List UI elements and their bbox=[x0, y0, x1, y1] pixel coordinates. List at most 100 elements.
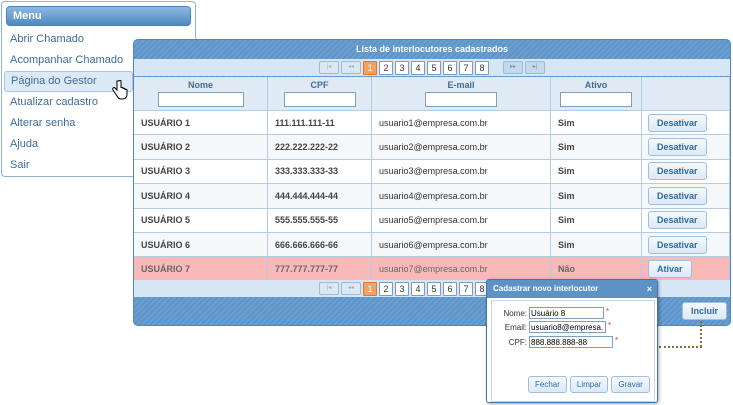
page-button-4[interactable]: 4 bbox=[411, 281, 425, 296]
cell-nome: USUÁRIO 6 bbox=[134, 231, 268, 257]
dialog-actions: Fechar Limpar Gravar bbox=[528, 376, 650, 393]
page-button-2[interactable]: 2 bbox=[379, 60, 393, 75]
cell-cpf: 333.333.333-33 bbox=[267, 158, 372, 184]
cell-ativo: Sim bbox=[550, 183, 642, 209]
cell-cpf: 666.666.666-66 bbox=[267, 231, 372, 257]
page-button-4[interactable]: 4 bbox=[411, 60, 425, 75]
column-ativo: Ativo bbox=[550, 77, 642, 111]
page-button-7[interactable]: 7 bbox=[459, 60, 473, 75]
hand-pointer-icon bbox=[112, 80, 128, 100]
cell-nome: USUÁRIO 1 bbox=[134, 109, 268, 135]
dialog-header: Cadastrar novo interlocutor × bbox=[487, 280, 657, 298]
page-button-2[interactable]: 2 bbox=[379, 281, 393, 296]
first-page-button[interactable]: |◂ bbox=[319, 282, 339, 295]
deactivate-button[interactable]: Desativar bbox=[648, 113, 707, 132]
email-label: Email: bbox=[504, 322, 527, 332]
cpf-label: CPF: bbox=[508, 337, 527, 347]
page-button-1[interactable]: 1 bbox=[363, 60, 377, 75]
cell-nome: USUÁRIO 2 bbox=[134, 134, 268, 160]
cell-email: usuario2@empresa.com.br bbox=[371, 134, 551, 160]
cell-ativo: Sim bbox=[550, 158, 642, 184]
connector-line bbox=[700, 321, 702, 347]
nome-row: Nome: * bbox=[492, 307, 609, 319]
dialog-form: Nome: * Email: * CPF: * Fechar Limpar Gr… bbox=[491, 300, 655, 402]
cpf-field[interactable] bbox=[529, 336, 613, 348]
filter-ativo-input[interactable] bbox=[560, 92, 632, 107]
table-row: USUÁRIO 4 444.444.444-44 usuario4@empres… bbox=[134, 183, 730, 209]
panel-title: Lista de interlocutores cadastrados bbox=[355, 44, 509, 54]
cell-email: usuario1@empresa.com.br bbox=[371, 109, 551, 135]
page-button-7[interactable]: 7 bbox=[459, 281, 473, 296]
prev-page-button[interactable]: ◂◂ bbox=[341, 282, 361, 295]
cell-ativo: Sim bbox=[550, 134, 642, 160]
connector-line bbox=[659, 346, 702, 348]
cell-cpf: 444.444.444-44 bbox=[267, 183, 372, 209]
page-button-5[interactable]: 5 bbox=[427, 60, 441, 75]
cell-email: usuario3@empresa.com.br bbox=[371, 158, 551, 184]
save-button[interactable]: Gravar bbox=[611, 376, 650, 393]
filter-email-input[interactable] bbox=[425, 92, 497, 107]
column-cpf: CPF bbox=[267, 77, 372, 111]
page-button-8[interactable]: 8 bbox=[475, 60, 489, 75]
required-mark: * bbox=[615, 336, 619, 345]
deactivate-button[interactable]: Desativar bbox=[648, 186, 707, 205]
deactivate-button[interactable]: Desativar bbox=[648, 162, 707, 181]
cell-email: usuario5@empresa.com.br bbox=[371, 207, 551, 233]
table-row: USUÁRIO 1 111.111.111-11 usuario1@empres… bbox=[134, 109, 730, 135]
filter-nome-input[interactable] bbox=[157, 92, 244, 107]
page-button-5[interactable]: 5 bbox=[427, 281, 441, 296]
cell-cpf: 222.222.222-22 bbox=[267, 134, 372, 160]
column-nome: Nome bbox=[134, 77, 268, 111]
new-interlocutor-dialog: Cadastrar novo interlocutor × Nome: * Em… bbox=[486, 279, 658, 403]
cell-ativo: Não bbox=[550, 256, 642, 281]
interlocutors-table: Nome CPF E-mail Ativo USUÁRIO 1 111.111.… bbox=[134, 77, 730, 281]
table-row-inactive: USUÁRIO 7 777.777.777-77 usuario7@empres… bbox=[134, 256, 730, 281]
page-button-1[interactable]: 1 bbox=[363, 281, 377, 296]
table-row: USUÁRIO 6 666.666.666-66 usuario6@empres… bbox=[134, 231, 730, 257]
cell-ativo: Sim bbox=[550, 109, 642, 135]
deactivate-button[interactable]: Desativar bbox=[648, 235, 707, 254]
page-button-3[interactable]: 3 bbox=[395, 281, 409, 296]
page-button-6[interactable]: 6 bbox=[443, 281, 457, 296]
table-row: USUÁRIO 5 555.555.555-55 usuario5@empres… bbox=[134, 207, 730, 233]
nome-field[interactable] bbox=[529, 307, 604, 319]
next-page-button[interactable]: ▸▸ bbox=[503, 61, 523, 74]
cell-ativo: Sim bbox=[550, 207, 642, 233]
column-label-ativo: Ativo bbox=[584, 80, 608, 90]
cell-nome: USUÁRIO 5 bbox=[134, 207, 268, 233]
required-mark: * bbox=[608, 321, 612, 330]
filter-cpf-input[interactable] bbox=[283, 92, 356, 107]
email-row: Email: * bbox=[492, 321, 611, 333]
column-actions bbox=[641, 77, 730, 111]
email-field[interactable] bbox=[529, 321, 606, 333]
deactivate-button[interactable]: Desativar bbox=[648, 211, 707, 230]
deactivate-button[interactable]: Desativar bbox=[648, 138, 707, 157]
nome-label: Nome: bbox=[503, 308, 527, 318]
cell-cpf: 777.777.777-77 bbox=[267, 256, 372, 281]
cell-email: usuario4@empresa.com.br bbox=[371, 183, 551, 209]
first-page-button[interactable]: |◂ bbox=[319, 61, 339, 74]
last-page-button[interactable]: ▸| bbox=[525, 61, 545, 74]
column-label-cpf: CPF bbox=[310, 80, 329, 90]
cell-email: usuario6@empresa.com.br bbox=[371, 231, 551, 257]
column-label-nome: Nome bbox=[187, 80, 213, 90]
cell-email: usuario7@empresa.com.br bbox=[371, 256, 551, 281]
include-button[interactable]: Incluir bbox=[682, 302, 728, 320]
prev-page-button[interactable]: ◂◂ bbox=[341, 61, 361, 74]
cell-ativo: Sim bbox=[550, 231, 642, 257]
table-row: USUÁRIO 3 333.333.333-33 usuario3@empres… bbox=[134, 158, 730, 184]
cell-cpf: 555.555.555-55 bbox=[267, 207, 372, 233]
cell-nome: USUÁRIO 3 bbox=[134, 158, 268, 184]
menu-title: Menu bbox=[6, 6, 191, 26]
activate-button[interactable]: Ativar bbox=[648, 260, 692, 279]
cell-nome: USUÁRIO 4 bbox=[134, 183, 268, 209]
close-icon[interactable]: × bbox=[647, 280, 652, 298]
page-button-6[interactable]: 6 bbox=[443, 60, 457, 75]
page-button-3[interactable]: 3 bbox=[395, 60, 409, 75]
close-button[interactable]: Fechar bbox=[528, 376, 567, 393]
dialog-title: Cadastrar novo interlocutor bbox=[493, 284, 599, 293]
column-label-email: E-mail bbox=[447, 80, 475, 90]
clear-button[interactable]: Limpar bbox=[569, 376, 609, 393]
table-row: USUÁRIO 2 222.222.222-22 usuario2@empres… bbox=[134, 134, 730, 160]
pager-top: |◂ ◂◂ 1 2 3 4 5 6 7 8 ▸▸ ▸| bbox=[134, 59, 730, 76]
